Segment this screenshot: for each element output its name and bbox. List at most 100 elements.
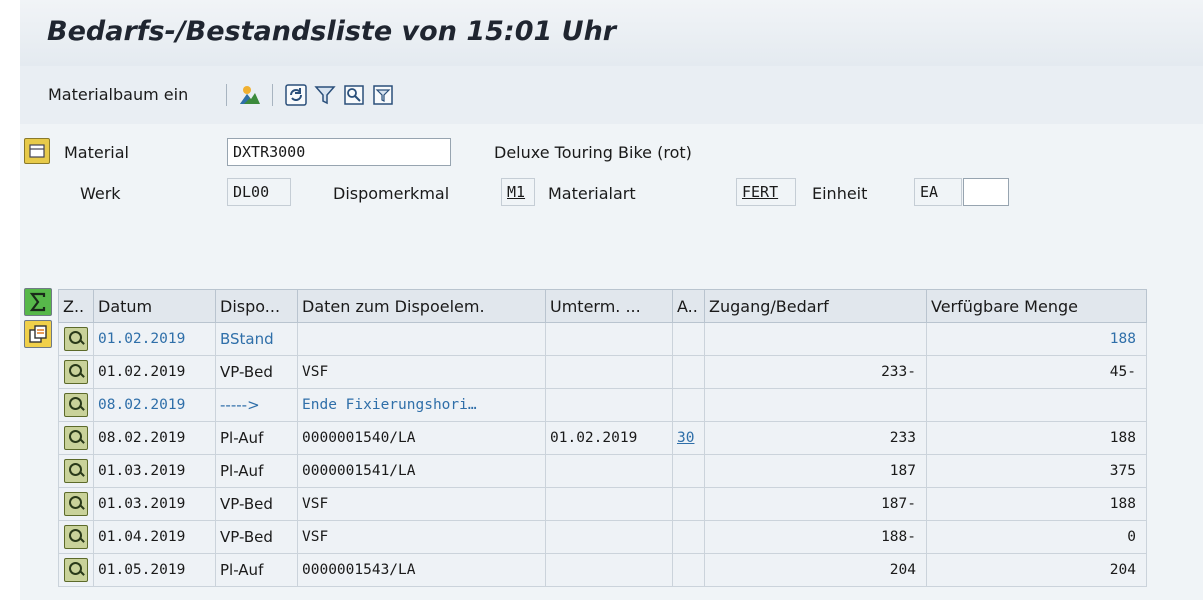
toolbar: Materialbaum ein — [20, 66, 1203, 124]
detail-icon[interactable] — [64, 360, 88, 384]
cell-mrp-element: Pl-Auf — [215, 553, 298, 587]
mountain-icon[interactable] — [238, 83, 262, 107]
material-label: Material — [64, 143, 129, 162]
cell-receipt: 233- — [704, 355, 927, 389]
cell-receipt — [704, 322, 927, 356]
cell-element-data: Ende Fixierungshori… — [297, 388, 546, 422]
detail-cell — [58, 388, 94, 422]
plant-field[interactable]: DL00 — [227, 178, 291, 206]
cell-available: 204 — [926, 553, 1147, 587]
col-header-receipt[interactable]: Zugang/Bedarf — [704, 289, 927, 323]
table-body: 01.02.2019 BStand 188 01.02.2019 VP-Bed VSF 23… — [58, 322, 1147, 587]
sum-button[interactable] — [24, 288, 52, 316]
col-header-element-data[interactable]: Daten zum Dispoelem. — [297, 289, 546, 323]
col-header-a[interactable]: A.. — [672, 289, 705, 323]
select-layout-button[interactable] — [24, 138, 50, 164]
plant-label: Werk — [80, 184, 121, 203]
cell-element-data: 0000001541/LA — [297, 454, 546, 488]
cell-mrp-element: Pl-Auf — [215, 421, 298, 455]
detail-cell — [58, 355, 94, 389]
cell-available: 188 — [926, 322, 1147, 356]
detail-icon[interactable] — [64, 459, 88, 483]
cell-mrp-element: Pl-Auf — [215, 454, 298, 488]
table-row[interactable]: 08.02.2019 Pl-Auf 0000001540/LA 01.02.2019 3… — [58, 421, 1147, 455]
copy-icon — [29, 325, 47, 343]
cell-receipt: 187 — [704, 454, 927, 488]
col-header-available[interactable]: Verfügbare Menge — [926, 289, 1147, 323]
copy-button[interactable] — [24, 320, 52, 348]
find-icon[interactable] — [342, 83, 366, 107]
cell-available: 188 — [926, 487, 1147, 521]
table-row[interactable]: 01.04.2019 VP-Bed VSF 188- 0 — [58, 520, 1147, 554]
refresh-icon[interactable] — [284, 83, 308, 107]
filter-icon[interactable] — [313, 83, 337, 107]
table-row[interactable]: 01.02.2019 BStand 188 — [58, 322, 1147, 356]
material-description: Deluxe Touring Bike (rot) — [494, 143, 692, 162]
table-row[interactable]: 01.05.2019 Pl-Auf 0000001543/LA 204 204 — [58, 553, 1147, 587]
cell-a — [672, 388, 705, 422]
cell-mrp-element: BStand — [215, 322, 298, 356]
cell-available: 188 — [926, 421, 1147, 455]
cell-receipt: 204 — [704, 553, 927, 587]
unit-extra-field[interactable] — [963, 178, 1009, 206]
cell-element-data: 0000001540/LA — [297, 421, 546, 455]
cell-reschedule — [545, 553, 673, 587]
cell-a — [672, 322, 705, 356]
detail-cell — [58, 553, 94, 587]
cell-date: 01.05.2019 — [93, 553, 216, 587]
exception-link[interactable]: 30 — [677, 430, 694, 446]
col-header-date[interactable]: Datum — [93, 289, 216, 323]
detail-icon[interactable] — [64, 327, 88, 351]
cell-available: 375 — [926, 454, 1147, 488]
mrp-value: M1 — [507, 183, 526, 201]
col-header-mrp-element[interactable]: Dispo... — [215, 289, 298, 323]
material-type-field[interactable]: FERT — [736, 178, 796, 206]
cell-a — [672, 520, 705, 554]
material-type-label: Materialart — [548, 184, 636, 203]
material-field[interactable]: DXTR3000 — [227, 138, 451, 166]
cell-date: 01.04.2019 — [93, 520, 216, 554]
toolbar-separator — [272, 84, 273, 106]
table-row[interactable]: 01.03.2019 VP-Bed VSF 187- 188 — [58, 487, 1147, 521]
filter-settings-icon[interactable] — [371, 83, 395, 107]
detail-cell — [58, 454, 94, 488]
detail-icon[interactable] — [64, 426, 88, 450]
mrp-table: Z.. Datum Dispo... Daten zum Dispoelem. … — [58, 289, 1147, 587]
table-row[interactable]: 08.02.2019 -----> Ende Fixierungshori… — [58, 388, 1147, 422]
cell-reschedule: 01.02.2019 — [545, 421, 673, 455]
cell-element-data: VSF — [297, 520, 546, 554]
title-bar: Bedarfs-/Bestandsliste von 15:01 Uhr — [20, 0, 1203, 67]
material-type-value: FERT — [742, 183, 779, 201]
col-header-z[interactable]: Z.. — [58, 289, 94, 323]
unit-field[interactable]: EA — [914, 178, 962, 206]
cell-mrp-element: VP-Bed — [215, 355, 298, 389]
cell-receipt — [704, 388, 927, 422]
table-header-row: Z.. Datum Dispo... Daten zum Dispoelem. … — [58, 289, 1147, 323]
col-header-reschedule[interactable]: Umterm. ... — [545, 289, 673, 323]
mrp-field[interactable]: M1 — [501, 178, 535, 206]
detail-cell — [58, 520, 94, 554]
unit-label: Einheit — [812, 184, 868, 203]
toolbar-separator — [226, 84, 227, 106]
table-row[interactable]: 01.02.2019 VP-Bed VSF 233- 45- — [58, 355, 1147, 389]
detail-icon[interactable] — [64, 492, 88, 516]
cell-a — [672, 454, 705, 488]
cell-mrp-element: VP-Bed — [215, 520, 298, 554]
cell-available: 0 — [926, 520, 1147, 554]
table-row[interactable]: 01.03.2019 Pl-Auf 0000001541/LA 187 375 — [58, 454, 1147, 488]
cell-reschedule — [545, 388, 673, 422]
detail-icon[interactable] — [64, 525, 88, 549]
cell-a — [672, 355, 705, 389]
cell-reschedule — [545, 454, 673, 488]
cell-available: 45- — [926, 355, 1147, 389]
cell-receipt: 188- — [704, 520, 927, 554]
detail-icon[interactable] — [64, 558, 88, 582]
material-tree-button[interactable]: Materialbaum ein — [42, 82, 194, 108]
detail-icon[interactable] — [64, 393, 88, 417]
cell-date: 08.02.2019 — [93, 388, 216, 422]
cell-available — [926, 388, 1147, 422]
cell-element-data — [297, 322, 546, 356]
page-title: Bedarfs-/Bestandsliste von 15:01 Uhr — [47, 16, 617, 47]
cell-receipt: 187- — [704, 487, 927, 521]
cell-date: 01.03.2019 — [93, 487, 216, 521]
